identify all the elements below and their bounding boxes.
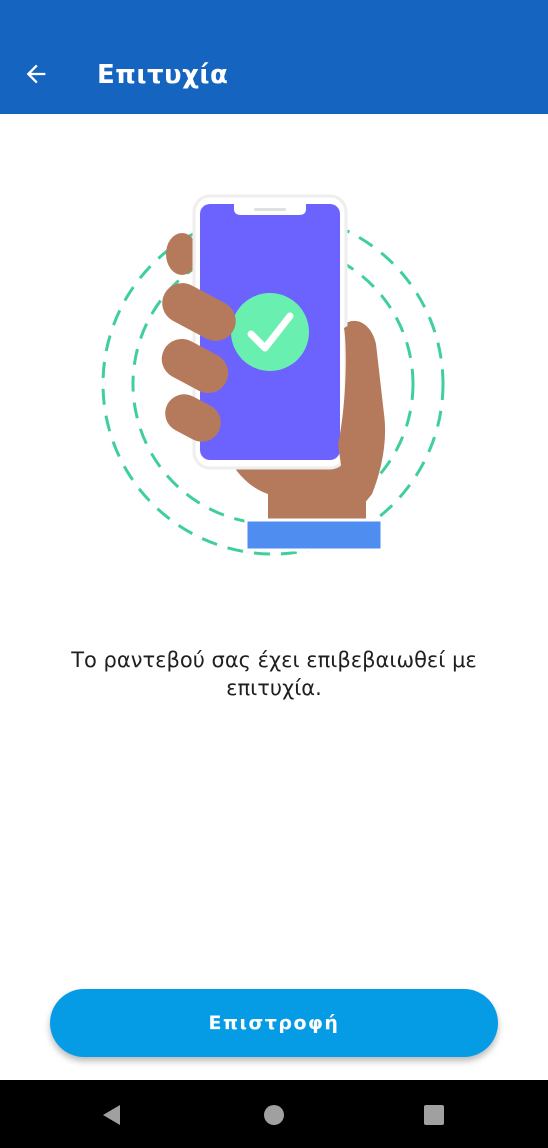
home-circle-icon (264, 1105, 284, 1125)
back-triangle-icon (103, 1105, 120, 1125)
confirmation-message: Το ραντεβού σας έχει επιβεβαιωθεί με επι… (71, 648, 477, 700)
system-navigation-bar (0, 1080, 548, 1148)
return-button[interactable]: Επιστροφή (50, 989, 498, 1057)
app-bar: Επιτυχία (0, 0, 548, 114)
recents-square-icon (424, 1105, 444, 1125)
success-illustration (0, 114, 548, 574)
system-home-button[interactable] (259, 1100, 289, 1130)
page-title: Επιτυχία (97, 60, 229, 90)
back-button[interactable] (12, 50, 60, 98)
arrow-left-icon (26, 64, 46, 84)
system-recents-button[interactable] (419, 1100, 449, 1130)
system-back-button[interactable] (96, 1100, 126, 1130)
hand-holding-phone-icon (101, 194, 445, 556)
